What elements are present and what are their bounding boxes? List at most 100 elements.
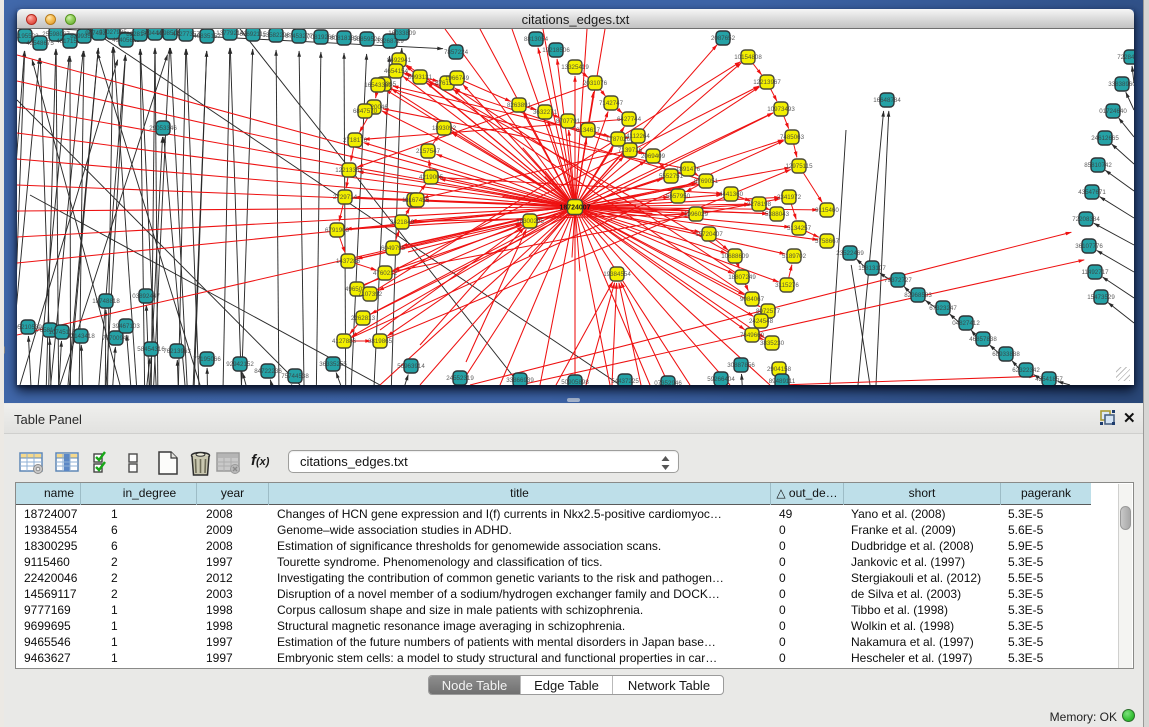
svg-text:2069409: 2069409 xyxy=(641,153,666,160)
svg-text:2424548: 2424548 xyxy=(749,318,774,325)
svg-text:67323247: 67323247 xyxy=(929,305,957,312)
svg-text:6049795: 6049795 xyxy=(381,245,406,252)
svg-text:01724640: 01724640 xyxy=(1099,108,1127,115)
svg-text:89489111: 89489111 xyxy=(769,378,796,385)
svg-text:36335255: 36335255 xyxy=(319,361,347,368)
svg-text:42548675: 42548675 xyxy=(26,40,54,47)
svg-text:7107392: 7107392 xyxy=(358,291,383,298)
svg-text:2031076: 2031076 xyxy=(583,80,608,87)
svg-text:16648784: 16648784 xyxy=(873,97,901,104)
svg-text:1096029: 1096029 xyxy=(684,211,709,218)
svg-text:5758667: 5758667 xyxy=(815,238,840,245)
svg-text:54437225: 54437225 xyxy=(611,378,639,385)
svg-text:7649660: 7649660 xyxy=(740,332,765,339)
svg-text:2904158: 2904158 xyxy=(767,366,792,373)
svg-text:07352946: 07352946 xyxy=(654,380,682,385)
svg-text:56963914: 56963914 xyxy=(397,363,425,370)
svg-text:03892447: 03892447 xyxy=(132,293,160,300)
svg-text:2157547: 2157547 xyxy=(416,148,441,155)
svg-text:8769051: 8769051 xyxy=(694,178,719,185)
svg-text:10154808: 10154808 xyxy=(734,54,762,61)
svg-text:72284316: 72284316 xyxy=(1117,54,1134,61)
svg-text:9115460: 9115460 xyxy=(815,207,839,214)
svg-text:3421840: 3421840 xyxy=(390,219,415,226)
svg-text:0134617: 0134617 xyxy=(576,127,601,134)
svg-text:75744538: 75744538 xyxy=(281,373,309,380)
svg-text:19384554: 19384554 xyxy=(603,271,631,278)
svg-text:0993131: 0993131 xyxy=(408,74,433,81)
svg-text:8707791: 8707791 xyxy=(556,118,581,125)
svg-text:70700941: 70700941 xyxy=(102,335,130,342)
svg-text:2278198: 2278198 xyxy=(747,201,772,208)
svg-text:6847570: 6847570 xyxy=(353,108,378,115)
svg-text:8492941: 8492941 xyxy=(387,57,412,64)
svg-text:10688609: 10688609 xyxy=(721,253,749,260)
svg-text:79372727: 79372727 xyxy=(884,277,912,284)
svg-text:5189702: 5189702 xyxy=(782,253,807,260)
svg-text:16033809: 16033809 xyxy=(388,30,416,37)
svg-text:1891476: 1891476 xyxy=(676,166,701,173)
svg-text:2341972: 2341972 xyxy=(777,194,802,201)
svg-text:77195066: 77195066 xyxy=(193,356,221,363)
svg-text:15473529: 15473529 xyxy=(1087,294,1115,301)
svg-text:9084067: 9084067 xyxy=(740,296,765,303)
svg-text:3835230: 3835230 xyxy=(760,340,785,347)
svg-text:8263891: 8263891 xyxy=(507,102,532,109)
svg-text:5134257: 5134257 xyxy=(787,225,812,232)
svg-text:1966749: 1966749 xyxy=(445,75,470,82)
svg-text:12213967: 12213967 xyxy=(753,79,781,86)
svg-text:0167455: 0167455 xyxy=(405,197,430,204)
svg-text:4760212: 4760212 xyxy=(373,270,398,277)
svg-text:33838960: 33838960 xyxy=(1108,81,1134,88)
svg-text:5657950: 5657950 xyxy=(666,193,691,200)
svg-text:85810742: 85810742 xyxy=(1084,162,1112,169)
svg-text:18300295: 18300295 xyxy=(516,218,544,225)
svg-text:11492717: 11492717 xyxy=(1081,269,1109,276)
svg-text:72208384: 72208384 xyxy=(1072,216,1100,223)
svg-text:4127886: 4127886 xyxy=(332,338,357,345)
svg-text:4112264: 4112264 xyxy=(626,133,650,140)
svg-text:3115276: 3115276 xyxy=(775,282,799,289)
svg-text:4441360: 4441360 xyxy=(719,191,744,198)
svg-text:42541857: 42541857 xyxy=(1035,376,1063,383)
svg-text:1437286: 1437286 xyxy=(336,258,361,265)
svg-text:30887856: 30887856 xyxy=(727,362,755,369)
svg-text:7857224: 7857224 xyxy=(444,49,469,56)
svg-text:29053346: 29053346 xyxy=(149,125,177,132)
svg-text:43547671: 43547671 xyxy=(1078,189,1106,196)
svg-text:6427744: 6427744 xyxy=(617,116,642,123)
svg-text:24552319: 24552319 xyxy=(446,375,474,382)
svg-text:68933888: 68933888 xyxy=(992,351,1020,358)
svg-text:12213383: 12213383 xyxy=(335,167,363,174)
svg-text:23522469: 23522469 xyxy=(836,250,864,257)
svg-text:13325419: 13325419 xyxy=(561,64,589,71)
svg-text:15813107: 15813107 xyxy=(858,265,886,272)
svg-text:24612665: 24612665 xyxy=(1091,135,1119,142)
svg-text:8813054: 8813054 xyxy=(524,36,549,43)
svg-text:39467103: 39467103 xyxy=(112,323,140,330)
svg-text:4654154: 4654154 xyxy=(384,68,409,75)
svg-text:5388043: 5388043 xyxy=(765,211,790,218)
svg-text:33866939: 33866939 xyxy=(506,377,534,384)
svg-text:18807249: 18807249 xyxy=(728,274,756,281)
svg-text:1893092: 1893092 xyxy=(432,125,457,132)
svg-text:16543362: 16543362 xyxy=(364,82,392,89)
svg-text:50905898: 50905898 xyxy=(561,379,589,385)
svg-text:15720407: 15720407 xyxy=(695,231,723,238)
svg-text:3819865: 3819865 xyxy=(368,338,393,345)
svg-text:84722236: 84722236 xyxy=(254,368,282,375)
svg-text:2729714: 2729714 xyxy=(333,194,358,201)
svg-text:58454316: 58454316 xyxy=(137,346,165,353)
svg-text:3632271: 3632271 xyxy=(533,109,558,116)
svg-text:10973493: 10973493 xyxy=(767,106,795,113)
svg-text:19218506: 19218506 xyxy=(542,47,570,54)
svg-text:2718176: 2718176 xyxy=(343,137,368,144)
svg-text:92942152: 92942152 xyxy=(226,361,254,368)
svg-text:59266404: 59266404 xyxy=(707,376,735,383)
svg-text:4219005: 4219005 xyxy=(419,174,444,181)
svg-text:7142747: 7142747 xyxy=(599,100,624,107)
svg-text:62322342: 62322342 xyxy=(1012,367,1040,374)
svg-text:2262813: 2262813 xyxy=(351,315,376,322)
svg-text:7485063: 7485063 xyxy=(780,134,805,141)
svg-text:36107776: 36107776 xyxy=(1075,243,1103,250)
